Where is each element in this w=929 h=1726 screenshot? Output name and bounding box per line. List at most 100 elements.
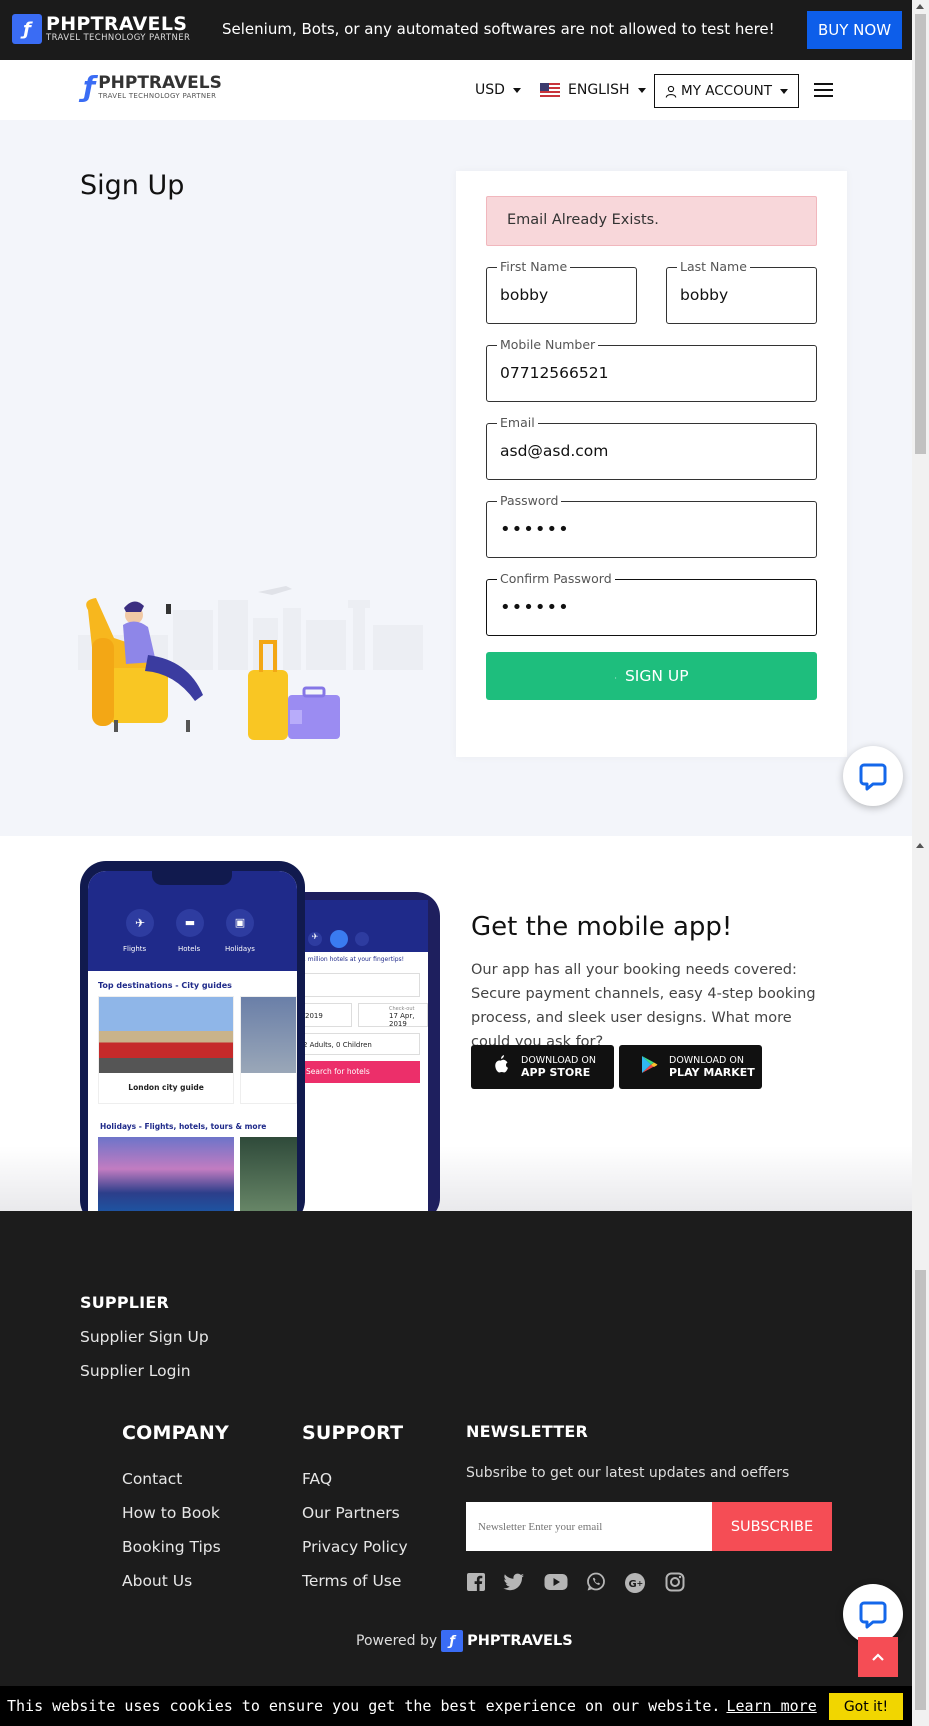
confirm-password-value: •••••• bbox=[500, 597, 570, 618]
app-store-button[interactable]: DOWNLOAD ON APP STORE bbox=[471, 1045, 614, 1089]
sign-up-button[interactable]: · SIGN UP bbox=[486, 652, 817, 700]
back-to-top-button[interactable] bbox=[858, 1637, 898, 1677]
booking-tips-link[interactable]: Booking Tips bbox=[122, 1538, 221, 1556]
language-dropdown[interactable]: ENGLISH bbox=[540, 82, 646, 98]
facebook-icon[interactable] bbox=[464, 1572, 488, 1597]
language-label: ENGLISH bbox=[568, 82, 630, 98]
mobile-number-field[interactable]: Mobile Number 07712566521 bbox=[486, 337, 817, 402]
cookie-message: This website uses cookies to ensure you … bbox=[7, 1697, 721, 1715]
our-partners-link[interactable]: Our Partners bbox=[302, 1504, 400, 1522]
flights-tab-icon: ✈ bbox=[126, 909, 154, 937]
chat-button-footer[interactable] bbox=[843, 1584, 903, 1644]
currency-label: USD bbox=[475, 82, 505, 98]
top-logo-name: PHPTRAVELS bbox=[46, 13, 188, 35]
chevron-down-icon bbox=[779, 88, 788, 94]
subscribe-button[interactable]: SUBSCRIBE bbox=[712, 1502, 832, 1551]
password-label: Password bbox=[497, 493, 562, 509]
hamburger-menu-icon[interactable] bbox=[814, 83, 833, 97]
youtube-icon[interactable] bbox=[544, 1572, 568, 1596]
confirm-password-field[interactable]: Confirm Password •••••• bbox=[486, 571, 817, 636]
how-to-book-link[interactable]: How to Book bbox=[122, 1504, 220, 1522]
phone-tab-hotels: Hotels bbox=[178, 945, 201, 953]
scroll-up-arrow-icon[interactable] bbox=[916, 4, 924, 9]
got-it-button[interactable]: Got it! bbox=[829, 1693, 903, 1720]
supplier-signup-link[interactable]: Supplier Sign Up bbox=[80, 1328, 209, 1346]
phone-tab-holidays: Holidays bbox=[225, 945, 255, 953]
phone-top-destinations: Top destinations - City guides bbox=[98, 981, 232, 990]
phone-mockup-front: ✈ ▬ ▣ Flights Hotels Holidays Top destin… bbox=[80, 861, 305, 1226]
newsletter-email-input[interactable] bbox=[466, 1502, 712, 1551]
first-name-value: bobby bbox=[500, 286, 549, 304]
mobile-number-label: Mobile Number bbox=[497, 337, 599, 353]
email-field[interactable]: Email asd@asd.com bbox=[486, 415, 817, 480]
scroll-up-arrow-icon[interactable] bbox=[916, 843, 924, 848]
play-market-button[interactable]: DOWNLOAD ON PLAY MARKET bbox=[619, 1045, 762, 1089]
privacy-policy-link[interactable]: Privacy Policy bbox=[302, 1538, 408, 1556]
nav-logo[interactable]: ƒ PHPTRAVELS TRAVEL TECHNOLOGY PARTNER bbox=[83, 70, 222, 103]
contact-link[interactable]: Contact bbox=[122, 1470, 182, 1488]
last-name-field[interactable]: Last Name bobby bbox=[666, 259, 817, 324]
phone-holidays-heading: Holidays - Flights, hotels, tours & more bbox=[100, 1122, 267, 1131]
password-value: •••••• bbox=[500, 519, 570, 540]
my-account-dropdown[interactable]: MY ACCOUNT bbox=[654, 74, 799, 108]
phone-guests: 2 Adults, 0 Children bbox=[300, 1033, 420, 1055]
phone-search-button: Search for hotels bbox=[300, 1061, 420, 1083]
nav-logo-name: PHPTRAVELS bbox=[98, 72, 222, 93]
sign-up-label: SIGN UP bbox=[624, 667, 689, 685]
chat-bubble-icon bbox=[859, 1601, 887, 1629]
google-plus-icon[interactable]: G + bbox=[623, 1572, 647, 1599]
scrollbar-thumb[interactable] bbox=[915, 14, 926, 454]
instagram-icon[interactable] bbox=[663, 1572, 687, 1597]
newsletter-description: Subsribe to get our latest updates and o… bbox=[466, 1465, 790, 1481]
first-name-field[interactable]: First Name bobby bbox=[486, 259, 637, 324]
supplier-login-link[interactable]: Supplier Login bbox=[80, 1362, 191, 1380]
mobile-number-value: 07712566521 bbox=[500, 364, 609, 382]
support-heading: SUPPORT bbox=[302, 1422, 404, 1444]
terms-of-use-link[interactable]: Terms of Use bbox=[302, 1572, 401, 1590]
last-name-value: bobby bbox=[680, 286, 729, 304]
signup-form-card: Email Already Exists. First Name bobby L… bbox=[456, 171, 847, 757]
learn-more-link[interactable]: Learn more bbox=[726, 1697, 816, 1715]
user-icon bbox=[665, 85, 677, 98]
phptravels-logo-icon: ƒ bbox=[441, 1630, 464, 1652]
traveler-illustration bbox=[78, 586, 423, 740]
top-logo[interactable]: ƒ PHPTRAVELS TRAVEL TECHNOLOGY PARTNER bbox=[12, 14, 190, 44]
chat-button[interactable] bbox=[843, 746, 903, 806]
page-scrollbar[interactable] bbox=[912, 0, 929, 1726]
phone-back-headline: 1 million hotels at your fingertips! bbox=[302, 956, 405, 963]
page-title: Sign Up bbox=[80, 170, 185, 201]
cookie-consent-bar: This website uses cookies to ensure you … bbox=[0, 1686, 912, 1726]
plane-icon: ✈ bbox=[308, 932, 322, 946]
chevron-up-icon bbox=[872, 1653, 884, 1661]
svg-text:+: + bbox=[637, 1579, 644, 1588]
holidays-tab-icon: ▣ bbox=[226, 909, 254, 937]
app-store-small-text: DOWNLOAD ON bbox=[521, 1055, 596, 1066]
confirm-password-label: Confirm Password bbox=[497, 571, 615, 587]
about-us-link[interactable]: About Us bbox=[122, 1572, 192, 1590]
page: ƒ PHPTRAVELS TRAVEL TECHNOLOGY PARTNER S… bbox=[0, 0, 912, 1726]
top-logo-tagline: TRAVEL TECHNOLOGY PARTNER bbox=[46, 33, 191, 43]
mobile-app-title: Get the mobile app! bbox=[471, 912, 733, 942]
mobile-app-description: Our app has all your booking needs cover… bbox=[471, 962, 816, 1050]
play-market-small-text: DOWNLOAD ON bbox=[669, 1055, 744, 1066]
error-alert: Email Already Exists. bbox=[486, 196, 817, 246]
faq-link[interactable]: FAQ bbox=[302, 1470, 332, 1488]
first-name-label: First Name bbox=[497, 259, 571, 275]
whatsapp-icon[interactable] bbox=[584, 1572, 608, 1597]
play-market-big-text: PLAY MARKET bbox=[669, 1066, 755, 1079]
buy-now-button[interactable]: BUY NOW bbox=[807, 11, 902, 49]
svg-text:G: G bbox=[629, 1579, 637, 1590]
nav-logo-tagline: TRAVEL TECHNOLOGY PARTNER bbox=[98, 91, 217, 100]
phone-tab-flights: Flights bbox=[123, 945, 147, 953]
password-field[interactable]: Password •••••• bbox=[486, 493, 817, 558]
hotels-tab-icon: ▬ bbox=[176, 909, 204, 937]
twitter-icon[interactable] bbox=[502, 1572, 526, 1597]
phptravels-logo-icon: ƒ bbox=[83, 70, 96, 103]
us-flag-icon bbox=[540, 83, 560, 97]
currency-dropdown[interactable]: USD bbox=[475, 82, 521, 98]
scrollbar-thumb[interactable] bbox=[915, 1270, 926, 1710]
phone-checkout-date: 17 Apr, 2019 bbox=[389, 1012, 415, 1028]
google-play-icon bbox=[639, 1055, 659, 1079]
chevron-down-icon bbox=[637, 87, 646, 93]
powered-by-name: PHPTRAVELS bbox=[467, 1633, 573, 1649]
